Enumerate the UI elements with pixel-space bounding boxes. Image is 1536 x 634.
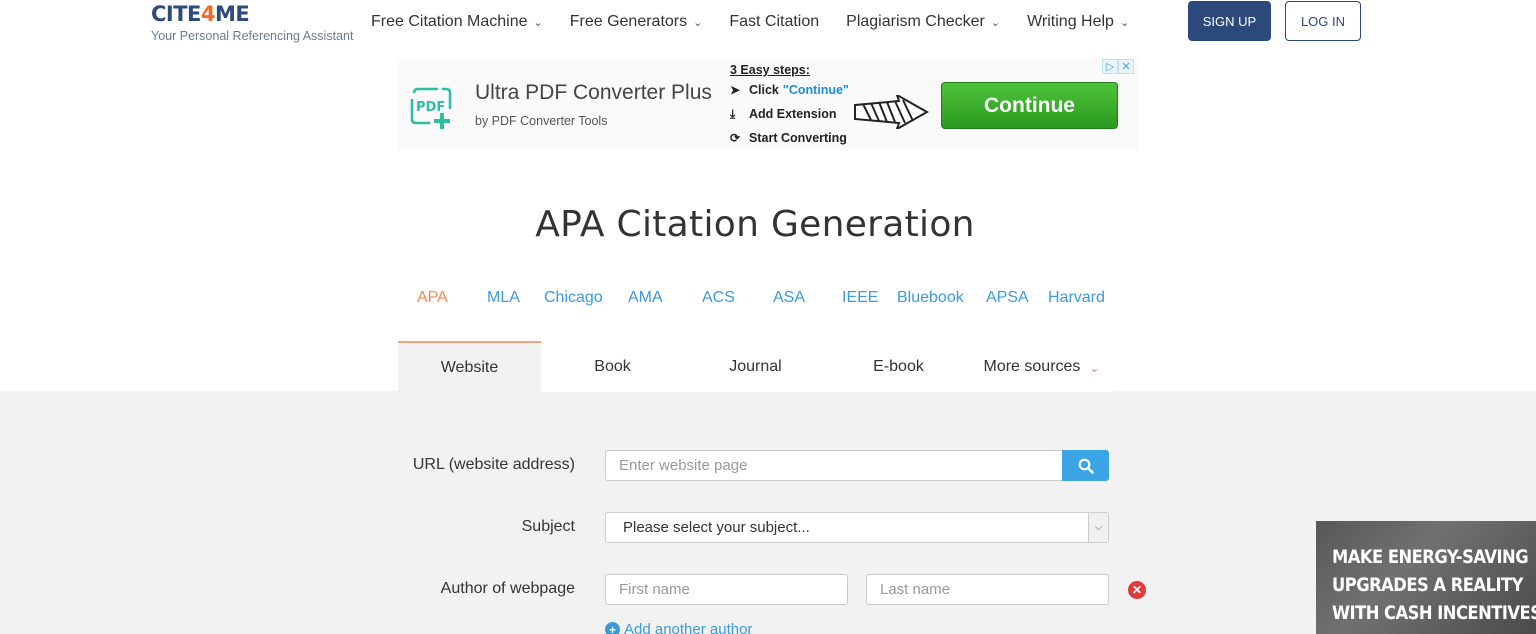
- style-tab-apa[interactable]: APA: [417, 289, 448, 307]
- nav-plagiarism-checker[interactable]: Plagiarism Checker ⌄: [846, 13, 1000, 31]
- ad-step-2: ⤓ Add Extension: [730, 102, 849, 126]
- ad-subtitle: by PDF Converter Tools: [475, 114, 608, 128]
- close-icon[interactable]: ✕: [1128, 581, 1146, 599]
- side-ad-text: MAKE ENERGY-SAVING UPGRADES A REALITY WI…: [1332, 546, 1536, 624]
- arrow-right-icon: [854, 95, 929, 129]
- subject-label: Subject: [521, 518, 575, 535]
- adchoices-icon[interactable]: ▷: [1102, 59, 1118, 74]
- chevron-down-icon: ⌄: [693, 16, 703, 29]
- add-author-link[interactable]: + Add another author: [605, 621, 752, 634]
- subject-select-value: Please select your subject...: [623, 519, 810, 536]
- refresh-icon: ⟳: [730, 131, 741, 145]
- pdf-plus-icon: PDF: [408, 85, 454, 131]
- url-input[interactable]: Enter website page: [605, 450, 1063, 481]
- style-tab-apsa[interactable]: APSA: [986, 289, 1029, 307]
- style-tab-chicago[interactable]: Chicago: [544, 289, 603, 307]
- logo-tagline: Your Personal Referencing Assistant: [151, 29, 354, 43]
- chevron-down-icon: ⌄: [533, 16, 543, 29]
- ad-continue-button[interactable]: Continue: [941, 82, 1118, 129]
- style-tab-acs[interactable]: ACS: [702, 289, 735, 307]
- close-icon[interactable]: ✕: [1118, 59, 1134, 74]
- page-title: APA Citation Generation: [535, 204, 975, 245]
- last-name-input[interactable]: Last name: [866, 574, 1109, 605]
- plus-icon: +: [605, 622, 620, 634]
- subject-select[interactable]: Please select your subject... ⌵: [605, 512, 1109, 543]
- login-button[interactable]: LOG IN: [1285, 1, 1361, 41]
- ad-banner[interactable]: PDF Ultra PDF Converter Plus by PDF Conv…: [398, 59, 1138, 151]
- author-label: Author of webpage: [440, 580, 575, 597]
- ad-step-1: ➤ Click "Continue": [730, 78, 849, 102]
- source-tab-journal[interactable]: Journal: [684, 341, 827, 392]
- ad-step-3: ⟳ Start Converting: [730, 126, 849, 150]
- svg-text:PDF: PDF: [416, 100, 445, 115]
- url-label: URL (website address): [412, 456, 575, 473]
- style-tab-asa[interactable]: ASA: [773, 289, 805, 307]
- source-tab-ebook[interactable]: E-book: [827, 341, 970, 392]
- first-name-input[interactable]: First name: [605, 574, 848, 605]
- style-tab-ieee[interactable]: IEEE: [842, 289, 878, 307]
- style-tab-mla[interactable]: MLA: [487, 289, 520, 307]
- ad-title: Ultra PDF Converter Plus: [475, 81, 712, 104]
- download-icon: ⤓: [730, 107, 736, 121]
- signup-button[interactable]: SIGN UP: [1188, 1, 1271, 41]
- logo-wordmark: CITE4ME: [151, 2, 250, 26]
- nav-writing-help[interactable]: Writing Help ⌄: [1027, 13, 1129, 31]
- main-nav: Free Citation Machine ⌄ Free Generators ⌄ …: [371, 11, 1156, 33]
- style-tab-bluebook[interactable]: Bluebook: [897, 289, 964, 307]
- source-tab-website[interactable]: Website: [398, 341, 541, 392]
- nav-fast-citation[interactable]: Fast Citation: [729, 13, 819, 31]
- style-tab-harvard[interactable]: Harvard: [1048, 289, 1105, 307]
- chevron-down-icon: ⌵: [1088, 513, 1108, 542]
- chevron-down-icon: ⌄: [990, 16, 1001, 29]
- page: CITE4ME Your Personal Referencing Assist…: [0, 0, 1536, 634]
- chevron-down-icon: ⌄: [1119, 16, 1130, 29]
- style-tab-ama[interactable]: AMA: [628, 289, 663, 307]
- source-tab-more[interactable]: More sources ⌄: [970, 341, 1113, 392]
- ad-choices[interactable]: ▷ ✕: [1102, 59, 1134, 75]
- logo[interactable]: CITE4ME Your Personal Referencing Assist…: [151, 2, 353, 43]
- ad-steps-header: 3 Easy steps:: [730, 63, 810, 77]
- nav-free-citation-machine[interactable]: Free Citation Machine ⌄: [371, 13, 543, 31]
- search-icon: [1078, 458, 1094, 474]
- chevron-down-icon: ⌄: [1089, 360, 1100, 375]
- ad-steps: 3 Easy steps: ➤ Click "Continue" ⤓ Add Exte…: [730, 62, 849, 150]
- side-ad[interactable]: MAKE ENERGY-SAVING UPGRADES A REALITY WI…: [1316, 521, 1536, 634]
- source-tab-book[interactable]: Book: [541, 341, 684, 392]
- source-tabs: Website Book Journal E-book More sources…: [398, 341, 1114, 392]
- nav-free-generators[interactable]: Free Generators ⌄: [570, 13, 703, 31]
- cursor-icon: ➤: [730, 83, 741, 97]
- search-button[interactable]: [1062, 450, 1109, 481]
